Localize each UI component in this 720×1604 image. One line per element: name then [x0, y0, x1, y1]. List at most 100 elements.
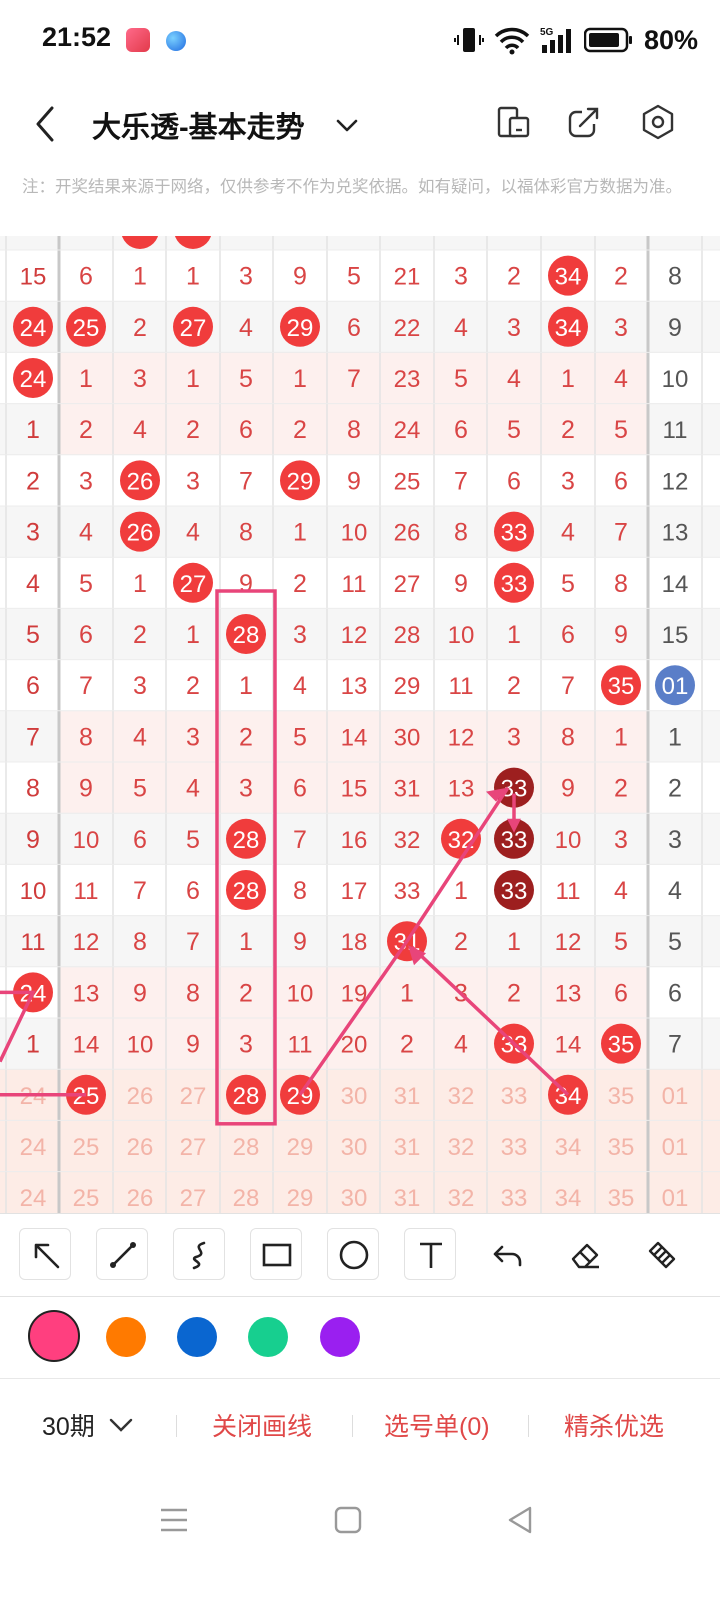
wifi-icon — [494, 27, 530, 55]
chart-cell: 29 — [287, 1083, 314, 1110]
chart-cell: 35 — [608, 1134, 635, 1161]
close-drawing-button[interactable]: 关闭画线 — [212, 1407, 312, 1443]
chart-cell: 1 — [507, 928, 521, 956]
color-swatch-purple[interactable] — [320, 1317, 360, 1357]
chevron-down-icon[interactable] — [108, 1415, 134, 1435]
chart-cell: 4 — [239, 314, 253, 342]
chart-cell: 27 — [180, 1083, 207, 1110]
color-swatch-orange[interactable] — [106, 1317, 146, 1357]
period-select-button[interactable]: 30期 — [42, 1407, 95, 1443]
chart-cell: 3 — [239, 263, 253, 291]
chart-cell: 27 — [180, 1185, 207, 1212]
layout-switch-icon[interactable] — [494, 102, 534, 142]
chart-cell: 4 — [507, 365, 521, 393]
chart-cell: 3 — [614, 826, 628, 854]
chart-cell: 29 — [287, 315, 314, 342]
chart-cell: 34 — [555, 315, 582, 342]
menu-icon[interactable] — [158, 1504, 190, 1536]
chart-cell: 23 — [394, 366, 421, 393]
chart-cell: 12 — [448, 724, 475, 751]
chart-cell: 1 — [293, 519, 307, 547]
chart-cell: 26 — [127, 520, 154, 547]
arrow-tool-button[interactable] — [19, 1228, 71, 1280]
circle-tool-button[interactable] — [327, 1228, 379, 1280]
chart-cell: 15 — [20, 264, 47, 291]
chart-cell: 34 — [555, 1185, 582, 1212]
back-arrow-icon[interactable] — [28, 102, 64, 146]
chart-cell: 33 — [501, 878, 528, 905]
trend-chart[interactable]: 15 6 1 1 3 9 5 21 3 2 34 2 8 24 25 2 27 4 29 6 22 4 3 34 3 9 24 1 3 1… — [0, 236, 720, 1213]
chart-cell: 2 — [293, 570, 307, 598]
chart-cell: 2 — [561, 416, 575, 444]
chart-cell: 3 — [133, 365, 147, 393]
color-swatch-pink[interactable] — [28, 1310, 80, 1362]
eraser-button[interactable] — [558, 1228, 610, 1280]
line-tool-button[interactable] — [96, 1228, 148, 1280]
chart-cell: 2 — [668, 775, 682, 803]
chart-cell: 15 — [341, 776, 368, 803]
chart-cell: 4 — [186, 775, 200, 803]
chart-cell: 01 — [662, 673, 689, 700]
undo-icon — [493, 1245, 522, 1267]
chart-cell: 3 — [293, 621, 307, 649]
chart-cell: 1 — [561, 365, 575, 393]
clear-button[interactable] — [635, 1228, 687, 1280]
chart-cell: 14 — [73, 1032, 100, 1059]
chart-cell: 28 — [233, 622, 260, 649]
chart-cell: 7 — [239, 467, 253, 495]
chart-cell: 9 — [79, 775, 93, 803]
page-title[interactable]: 大乐透-基本走势 — [92, 104, 305, 146]
chart-cell: 01 — [662, 1185, 689, 1212]
chart-cell: 5 — [239, 365, 253, 393]
chart-cell: 1 — [507, 621, 521, 649]
chart-cell: 5 — [133, 775, 147, 803]
back-icon[interactable] — [504, 1504, 536, 1536]
chart-cell: 21 — [394, 264, 421, 291]
freehand-tool-button[interactable] — [173, 1228, 225, 1280]
browser-notification-icon — [166, 31, 186, 51]
chart-cell: 6 — [79, 263, 93, 291]
chart-cell: 20 — [341, 1032, 368, 1059]
home-icon[interactable] — [332, 1504, 364, 1536]
chart-cell: 3 — [454, 263, 468, 291]
picks-button[interactable]: 精杀优选 — [564, 1407, 664, 1443]
chart-cell: 7 — [668, 1031, 682, 1059]
chart-cell: 27 — [180, 1134, 207, 1161]
text-tool-button[interactable] — [404, 1228, 456, 1280]
chart-cell: 1 — [26, 416, 40, 444]
chart-cell: 24 — [20, 1134, 47, 1161]
chevron-down-icon[interactable] — [332, 110, 362, 140]
cellular-signal-icon: 5G — [540, 27, 571, 53]
divider — [528, 1415, 529, 1437]
chart-cell: 33 — [394, 878, 421, 905]
chart-cell: 2 — [133, 314, 147, 342]
color-swatch-blue[interactable] — [177, 1317, 217, 1357]
chart-cell: 7 — [293, 826, 307, 854]
chart-cell: 6 — [614, 979, 628, 1007]
chart-cell: 5 — [347, 263, 361, 291]
chart-cell: 26 — [127, 1083, 154, 1110]
chart-cell: 31 — [394, 776, 421, 803]
chart-cell: 2 — [133, 621, 147, 649]
chart-cell: 11 — [556, 878, 581, 905]
rectangle-tool-button[interactable] — [250, 1228, 302, 1280]
chart-cell: 2 — [26, 467, 40, 495]
chart-cell: 6 — [293, 775, 307, 803]
chart-cell: 29 — [394, 673, 421, 700]
undo-button[interactable] — [481, 1228, 533, 1280]
selection-list-button[interactable]: 选号单(0) — [384, 1407, 490, 1443]
chart-cell: 33 — [501, 571, 528, 598]
settings-icon[interactable] — [638, 102, 678, 142]
chart-cell: 10 — [287, 980, 314, 1007]
share-icon[interactable] — [564, 102, 604, 142]
chart-cell: 27 — [394, 571, 421, 598]
chart-cell: 4 — [561, 519, 575, 547]
chart-cell: 15 — [662, 622, 689, 649]
trend-grid[interactable]: 15 6 1 1 3 9 5 21 3 2 34 2 824 25 2 27 4 29 6 22 4 3 34 3 924 1 3 1… — [0, 236, 720, 1213]
chart-cell: 7 — [614, 519, 628, 547]
chart-cell: 6 — [239, 416, 253, 444]
color-swatch-green[interactable] — [248, 1317, 288, 1357]
chart-cell: 32 — [394, 827, 421, 854]
chart-cell: 2 — [614, 263, 628, 291]
chart-cell: 9 — [239, 570, 253, 598]
